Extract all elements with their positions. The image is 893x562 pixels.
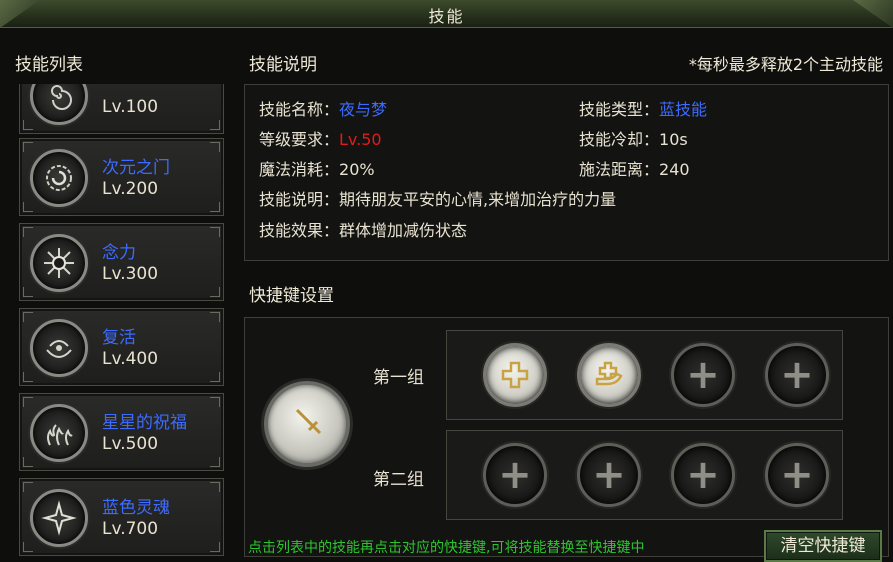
- skill-name: 星星的祝福: [102, 413, 187, 433]
- skill-name: 念力: [102, 243, 136, 263]
- cast-limit-note: *每秒最多释放2个主动技能: [688, 55, 883, 74]
- hotkey-slot[interactable]: +: [577, 443, 641, 507]
- wreath-icon: [30, 319, 88, 377]
- skill-name: 蓝色灵魂: [102, 498, 170, 518]
- add-icon: +: [780, 452, 814, 498]
- skill-effect-label: 技能效果：: [259, 221, 340, 240]
- hotkey-group-2: + + + +: [446, 430, 843, 520]
- skill-list[interactable]: Lv.100 次元之门 Lv.200 念力 Lv.300 复活 Lv.400 星…: [14, 84, 232, 562]
- vortex-icon: [30, 149, 88, 207]
- skill-effect-row: 技能效果：群体增加减伤状态: [259, 217, 467, 241]
- skill-list-item[interactable]: 蓝色灵魂 Lv.700: [19, 478, 224, 556]
- skill-level: Lv.700: [102, 519, 159, 539]
- skill-level: Lv.400: [102, 349, 159, 369]
- hotkey-group-1: + +: [446, 330, 843, 420]
- skill-description-panel: 技能名称：夜与梦 技能类型：蓝技能 等级要求：Lv.50 技能冷却：10s 魔法…: [244, 84, 889, 261]
- skill-description-header: 技能说明: [249, 55, 317, 75]
- skill-list-item[interactable]: 复活 Lv.400: [19, 308, 224, 386]
- skill-level: Lv.300: [102, 264, 159, 284]
- flames-icon: [30, 404, 88, 462]
- skill-type-value: 蓝技能: [659, 100, 708, 119]
- hotkey-group-1-label: 第一组: [373, 368, 424, 388]
- hotkey-slot[interactable]: [577, 343, 641, 407]
- skill-desc-label: 技能说明：: [259, 190, 340, 209]
- hotkey-settings-panel: 第一组 + + 第二组 + + + +: [244, 317, 889, 557]
- cross-heal-icon: [501, 361, 529, 389]
- cooldown-value: 10s: [659, 130, 688, 149]
- sword-icon: [287, 400, 327, 448]
- mana-cost-value: 20%: [339, 160, 375, 179]
- skill-name-value: 夜与梦: [339, 100, 388, 119]
- cooldown-row: 技能冷却：10s: [579, 126, 688, 150]
- level-requirement-row: 等级要求：Lv.50: [259, 126, 382, 150]
- level-requirement-label: 等级要求：: [259, 130, 340, 149]
- hotkey-slot[interactable]: +: [671, 343, 735, 407]
- skill-level: Lv.100: [102, 97, 159, 117]
- hotkey-slot[interactable]: +: [765, 443, 829, 507]
- mana-cost-label: 魔法消耗：: [259, 160, 340, 179]
- hotkey-slot[interactable]: [483, 343, 547, 407]
- cooldown-label: 技能冷却：: [579, 130, 660, 149]
- hotkey-slot[interactable]: +: [765, 343, 829, 407]
- skill-name-row: 技能名称：夜与梦: [259, 96, 387, 120]
- spiked-eye-icon: [30, 234, 88, 292]
- hotkey-tip: 点击列表中的技能再点击对应的快捷键,可将技能替换至快捷键中: [248, 540, 645, 556]
- skill-desc-row: 技能说明：期待朋友平安的心情,来增加治疗的力量: [259, 186, 616, 210]
- add-icon: +: [686, 452, 720, 498]
- skill-list-item[interactable]: Lv.100: [19, 84, 224, 134]
- clear-hotkeys-button[interactable]: 清空快捷键: [764, 530, 882, 562]
- star-burst-icon: [30, 489, 88, 547]
- cast-range-value: 240: [659, 160, 690, 179]
- hand-heal-icon: [595, 361, 623, 386]
- skill-name: 复活: [102, 328, 136, 348]
- hotkey-slot[interactable]: +: [483, 443, 547, 507]
- skill-desc-value: 期待朋友平安的心情,来增加治疗的力量: [339, 190, 617, 209]
- add-icon: +: [592, 452, 626, 498]
- add-icon: +: [686, 352, 720, 398]
- hotkey-slot[interactable]: +: [671, 443, 735, 507]
- skill-name-label: 技能名称：: [259, 100, 340, 119]
- skill-type-row: 技能类型：蓝技能: [579, 96, 707, 120]
- skill-level: Lv.200: [102, 179, 159, 199]
- cast-range-row: 施法距离：240: [579, 156, 690, 180]
- skill-list-header: 技能列表: [15, 55, 83, 75]
- window-titlebar: 技能: [0, 0, 893, 28]
- skill-list-item[interactable]: 星星的祝福 Lv.500: [19, 393, 224, 471]
- skill-level: Lv.500: [102, 434, 159, 454]
- add-icon: +: [498, 452, 532, 498]
- mana-cost-row: 魔法消耗：20%: [259, 156, 375, 180]
- window-title: 技能: [428, 7, 465, 26]
- add-icon: +: [780, 352, 814, 398]
- level-requirement-value: Lv.50: [339, 130, 382, 149]
- skill-list-item[interactable]: 念力 Lv.300: [19, 223, 224, 301]
- hotkey-settings-header: 快捷键设置: [249, 286, 334, 306]
- skill-list-item[interactable]: 次元之门 Lv.200: [19, 138, 224, 216]
- skill-name: 次元之门: [102, 158, 170, 178]
- selected-skill-slot[interactable]: [264, 381, 350, 467]
- skill-effect-value: 群体增加减伤状态: [339, 221, 468, 240]
- hotkey-group-2-label: 第二组: [373, 470, 424, 490]
- spiral-icon: [30, 84, 88, 125]
- cast-range-label: 施法距离：: [579, 160, 660, 179]
- skill-type-label: 技能类型：: [579, 100, 660, 119]
